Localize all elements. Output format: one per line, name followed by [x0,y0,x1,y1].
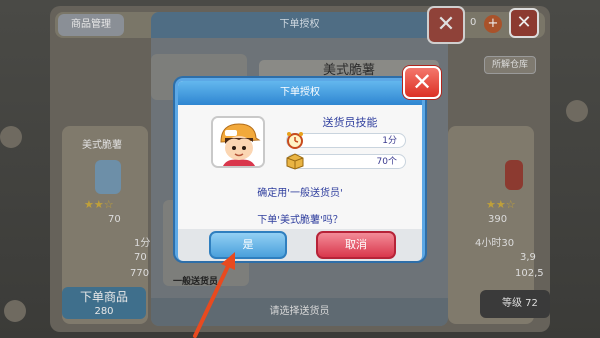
panel-close-button[interactable]: ✕ [509,8,539,38]
box-icon [286,153,304,170]
star-icon: ★★☆ [486,198,516,211]
product-card-title: 美式脆薯 [82,140,122,151]
place-order-label: 下单商品 [79,290,128,304]
question-line: 下单'美式脆薯'吗？ [257,215,343,226]
fries-icon [95,160,121,194]
product-time: 1分 [134,238,151,249]
product-quantity: 70 [134,252,147,263]
deliveryman-avatar [211,116,265,168]
bottle-icon [505,160,523,190]
order-modal-close-button[interactable]: ✕ [427,6,465,44]
cancel-button[interactable]: 取消 [316,231,396,259]
product-level: 390 [488,214,508,225]
skill-time-value: 1分 [382,136,397,146]
tutorial-arrow-icon [193,252,235,338]
clock-icon [287,132,303,149]
product-quantity: 3,9 [520,252,536,263]
place-order-button[interactable]: 下单商品 280 [62,287,146,319]
tab-product-management[interactable]: 商品管理 [58,14,124,36]
skill-quantity-value: 70个 [376,157,397,167]
place-order-count: 280 [94,306,114,317]
side-character-icon [4,300,26,322]
side-character-icon [0,126,22,148]
add-coins-button[interactable]: + [484,15,502,33]
star-icon: ★★☆ [84,198,114,211]
order-modal-title: 下单授权 [151,12,448,38]
product-price: 102,5 [515,268,544,279]
side-character-icon [566,100,588,122]
confirm-dialog: 下单授权 送货员技能 1分 70个 确定用'一般送货员' 下单'美式脆薯'吗？ … [175,78,425,261]
deliveryman-avatar-icon [213,118,263,166]
dialog-title: 下单授权 [178,81,422,105]
coin-counter: 0 [470,17,477,28]
confirm-line: 确定用'一般送货员' [257,188,343,199]
product-price: 770 [130,268,150,279]
unlock-warehouse-button[interactable]: 所解仓库 [484,56,536,74]
product-level: 70 [108,214,121,225]
level-badge: 等级 72 [480,290,550,318]
dialog-close-button[interactable]: ✕ [403,66,441,99]
skill-title: 送货员技能 [322,116,378,129]
product-time: 4小时30 [475,238,515,249]
